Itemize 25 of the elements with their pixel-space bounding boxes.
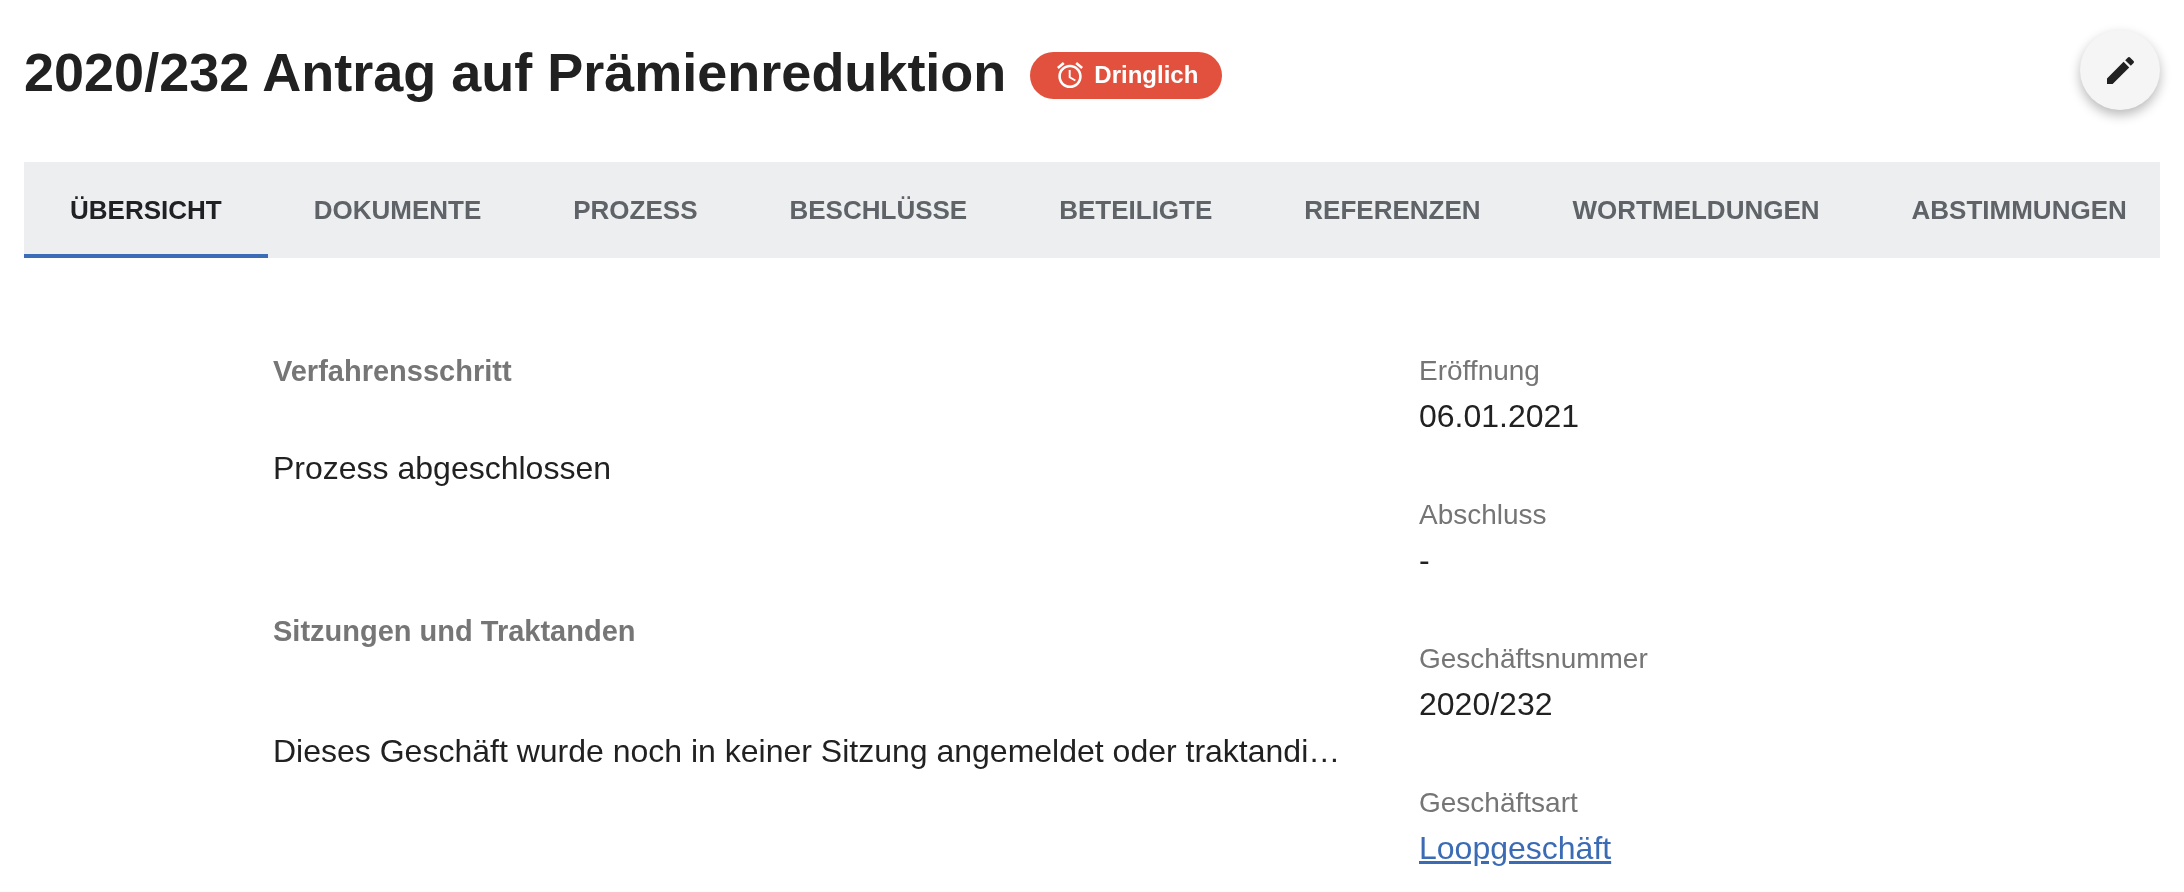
detail-value: - [1419,541,1430,579]
alarm-clock-icon [1057,62,1084,88]
detail-label: Geschäftsnummer [1419,642,1648,676]
detail-label: Geschäftsart [1419,786,1578,820]
tab[interactable]: ABSTIMMUNGEN [1865,162,2173,258]
page-title: 2020/232 Antrag auf Prämienreduktion [24,41,1007,104]
tab[interactable]: BETEILIGTE [1013,162,1259,258]
edit-button[interactable] [2080,30,2160,110]
tab[interactable]: BESCHLÜSSE [743,162,1014,258]
section-text: Dieses Geschäft wurde noch in keiner Sitzung angemeldet oder traktandi… [273,732,1341,770]
detail-link[interactable]: Loopgeschäft [1419,829,1612,867]
tab[interactable]: WORTMELDUNGEN [1526,162,1866,258]
priority-label: Dringlich [1094,60,1199,90]
section-text: Prozess abgeschlossen [273,449,611,487]
tab[interactable]: PROZESS [527,162,744,258]
tab[interactable]: ÜBERSICHT [24,162,268,258]
detail-label: Eröffnung [1419,354,1540,388]
section-heading: Sitzungen und Traktanden [273,614,636,648]
tab[interactable]: REFERENZEN [1258,162,1527,258]
section-heading: Verfahrensschritt [273,354,512,388]
tab[interactable]: DOKUMENTE [267,162,528,258]
detail-value: 2020/232 [1419,685,1553,723]
detail-label: Abschluss [1419,498,1547,532]
detail-value: 06.01.2021 [1419,397,1580,435]
pencil-icon [2106,56,2134,84]
